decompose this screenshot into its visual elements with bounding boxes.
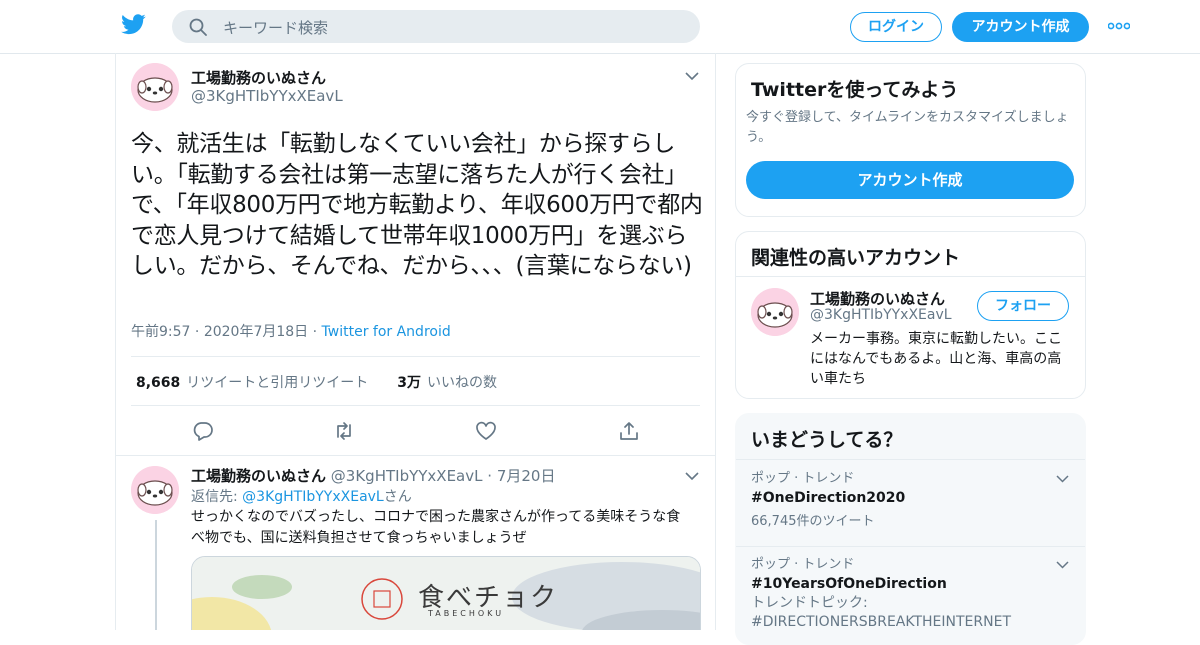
tweet-timestamp: 午前9:57 · 2020年7月18日 · Twitter for Androi… [131,321,451,341]
retweet-stat[interactable]: 8,668 リツイートと引用リツイート [136,375,368,391]
chevron-down-icon[interactable] [1056,561,1069,569]
avatar[interactable] [131,466,179,514]
dot-separator: · [487,467,493,485]
like-stat[interactable]: 3万 いいねの数 [397,375,497,391]
reply-author-handle[interactable]: @3KgHTIbYYxXEavL [331,467,483,485]
media-card[interactable]: 食べチョク TABECHOKU [191,556,701,630]
dot-separator: · [194,324,200,340]
like-count: 3万 [397,375,421,391]
search-input[interactable]: キーワード検索 [223,17,328,38]
share-icon[interactable] [618,420,640,442]
signup-card: Twitterを使ってみよう 今すぐ登録して、タイムラインをカスタマイズしましょ… [735,63,1086,217]
replying-to-prefix: 返信先: [191,489,238,505]
signup-card-button[interactable]: アカウント作成 [746,161,1074,199]
retweet-count: 8,668 [136,375,181,391]
chevron-down-icon[interactable] [685,472,699,481]
tweet-author-handle[interactable]: @3KgHTIbYYxXEavL [191,87,343,105]
signup-card-title: Twitterを使ってみよう [751,79,959,101]
trend-name: #10YearsOfOneDirection [751,576,947,592]
dog-avatar-icon [751,288,799,336]
tweet-text: 今、就活生は「転勤しなくていい会社」から探すらしい。「転勤する会社は第一志望に落… [131,131,703,279]
trend-item[interactable]: ポップ · トレンド #OneDirection2020 66,745件のツイー… [751,470,1071,531]
related-account-name[interactable]: 工場勤務のいぬさん [810,288,945,309]
tweet-author-name[interactable]: 工場勤務のいぬさん [191,67,326,88]
thread-connector-line [155,520,157,630]
reply-date[interactable]: 7月20日 [497,467,556,485]
tweet-date[interactable]: 2020年7月18日 [204,324,308,340]
login-button[interactable]: ログイン [850,12,942,42]
retweet-stat-label: リツイートと引用リツイート [186,375,369,391]
tweet-stats: 8,668 リツイートと引用リツイート 3万 いいねの数 [136,372,497,392]
divider [736,276,1085,277]
tweet-time[interactable]: 午前9:57 [131,324,190,340]
trend-context: ポップ · トレンド [751,471,855,486]
replying-to-suffix: さん [383,489,412,505]
main-timeline-column: 工場勤務のいぬさん @3KgHTIbYYxXEavL 今、就活生は「転勤しなくて… [115,53,716,630]
search-icon [189,18,207,36]
trend-related-topic: トレンドトピック: #DIRECTIONERSBREAKTHEINTERNET [751,595,1011,630]
avatar[interactable] [751,288,799,336]
divider [116,455,715,456]
retweet-icon[interactable] [333,420,355,442]
reply-text: せっかくなのでバズったし、コロナで困った農家さんが作ってる美味そうな食べ物でも、… [191,509,681,546]
trends-title: いまどうしてる？ [751,429,903,451]
chevron-down-icon[interactable] [1056,475,1069,483]
reply-icon[interactable] [192,420,214,442]
dog-avatar-icon [131,63,179,111]
divider [736,459,1085,460]
divider [131,356,700,357]
trends-card: いまどうしてる？ ポップ · トレンド #OneDirection2020 66… [735,413,1086,645]
like-stat-label: いいねの数 [426,375,497,391]
search-box[interactable]: キーワード検索 [172,10,700,43]
signup-button[interactable]: アカウント作成 [952,12,1089,42]
like-icon[interactable] [475,420,497,442]
replying-to-handle[interactable]: @3KgHTIbYYxXEavL [242,489,384,505]
twitter-bird-icon[interactable] [121,14,146,35]
related-account-handle[interactable]: @3KgHTIbYYxXEavL [810,307,952,323]
related-accounts-card: 関連性の高いアカウント 工場勤務のいぬさん @3KgHTIbYYxXEavL フ… [735,231,1086,399]
tweet-source-link[interactable]: Twitter for Android [322,324,451,340]
trend-name: #OneDirection2020 [751,490,906,506]
signup-card-subtitle: 今すぐ登録して、タイムラインをカスタマイズしましょう。 [746,110,1069,145]
related-accounts-title: 関連性の高いアカウント [751,247,961,269]
more-dots-icon[interactable] [1108,22,1130,30]
dog-avatar-icon [131,466,179,514]
divider [736,546,1085,547]
top-navigation-bar: キーワード検索 ログイン アカウント作成 [0,0,1200,54]
media-logo-subtext: TABECHOKU [428,609,505,618]
divider [131,405,700,406]
reply-author-name[interactable]: 工場勤務のいぬさん [191,467,326,485]
avatar[interactable] [131,63,179,111]
replying-to: 返信先: @3KgHTIbYYxXEavLさん [191,486,412,506]
chevron-down-icon[interactable] [685,72,699,81]
related-account-bio: メーカー事務。東京に転勤したい。ここにはなんでもあるよ。山と海、車高の高い車たち [810,331,1062,387]
trend-context: ポップ · トレンド [751,557,855,572]
trend-item[interactable]: ポップ · トレンド #10YearsOfOneDirection トレンドトピ… [751,556,1071,632]
trend-tweet-count: 66,745件のツイート [751,514,875,529]
reply-header: 工場勤務のいぬさん @3KgHTIbYYxXEavL · 7月20日 [191,465,555,486]
dot-separator: · [312,324,318,340]
follow-button[interactable]: フォロー [977,291,1069,321]
